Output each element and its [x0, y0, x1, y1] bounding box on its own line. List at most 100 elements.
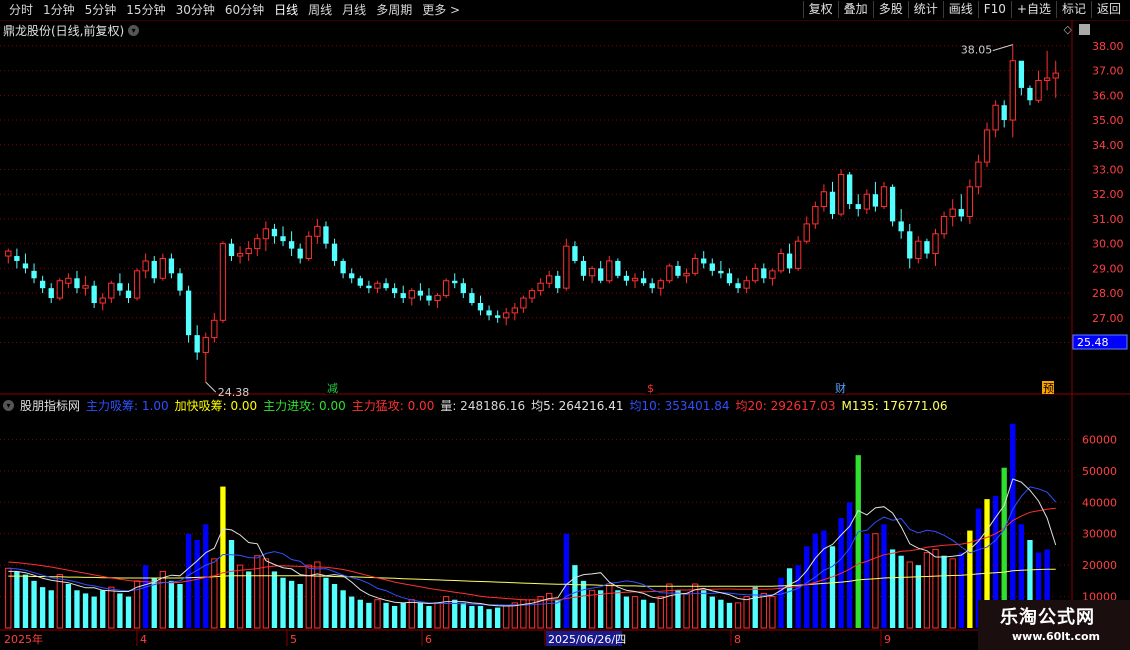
volume-bar — [48, 590, 54, 628]
volume-bar — [271, 571, 278, 628]
candle-body-up — [133, 270, 141, 299]
watermark-title: 乐淘公式网 — [1000, 607, 1095, 628]
candle-body-up — [1043, 77, 1051, 82]
candle-body-down — [31, 270, 37, 279]
candle-body-down — [74, 278, 80, 289]
volume-bar — [889, 549, 896, 628]
candle-body-down — [349, 273, 355, 279]
volume-bar — [254, 555, 261, 629]
candle-body-down — [340, 260, 346, 274]
volume-bar — [804, 546, 810, 628]
candle-body-up — [820, 191, 828, 208]
volume-bar — [177, 584, 183, 628]
candle-body-down — [280, 236, 286, 242]
candle-body-up — [691, 258, 699, 274]
volume-bar — [701, 590, 707, 628]
candle-body-down — [718, 270, 724, 274]
volume-bar — [623, 596, 630, 628]
candle-body-down — [786, 253, 793, 269]
volume-bar — [100, 590, 106, 628]
volume-bar — [117, 593, 123, 628]
candle-body-down — [168, 258, 175, 274]
candle-body-down — [726, 273, 733, 284]
candle-body-down — [1001, 105, 1007, 121]
volume-tick-label: 30000 — [1082, 528, 1117, 541]
candle-body-down — [898, 221, 904, 232]
volume-bar — [958, 552, 964, 628]
candle-body-up — [777, 253, 785, 272]
candle-body-down — [383, 283, 389, 289]
candle-body-down — [701, 258, 707, 264]
volume-bar — [366, 602, 372, 628]
price-tick-label: 29.00 — [1092, 262, 1124, 275]
price-tick-label: 34.00 — [1092, 139, 1124, 152]
volume-bar — [915, 565, 922, 628]
candle-body-up — [442, 280, 450, 297]
volume-bar — [228, 540, 235, 628]
volume-bar — [812, 533, 818, 628]
candle-body-down — [598, 268, 604, 281]
candle-body-up — [940, 215, 948, 235]
high-annotation: 38.05 — [961, 44, 993, 57]
volume-bar — [769, 596, 776, 629]
candle-body-up — [82, 285, 89, 289]
candle-body-down — [486, 310, 492, 316]
candle-body-up — [537, 282, 544, 292]
volume-bar — [469, 606, 475, 628]
volume-bar — [1010, 423, 1016, 628]
date-tick-label: 8 — [734, 633, 741, 646]
candle-body-down — [477, 303, 484, 311]
volume-bar — [941, 555, 947, 628]
candle-body-up — [1035, 80, 1042, 101]
volume-bar — [743, 596, 750, 629]
volume-bar — [598, 590, 604, 628]
volume-bar — [314, 561, 321, 629]
volume-bar — [297, 584, 303, 628]
candle-body-down — [924, 241, 930, 254]
candle-body-up — [752, 267, 759, 282]
high-annotation-line — [992, 44, 1013, 52]
volume-bar — [349, 596, 355, 628]
volume-bar — [211, 558, 218, 629]
candle-body-down — [117, 283, 123, 291]
volume-bar — [391, 606, 398, 628]
volume-bar — [417, 602, 424, 628]
date-tick-label: 2025年 — [4, 632, 43, 646]
volume-bar — [220, 486, 226, 628]
candle-body-down — [761, 268, 767, 279]
candle-body-down — [1027, 87, 1033, 101]
candle-body-down — [872, 194, 879, 207]
indicator-name[interactable]: 股朋指标网 — [20, 397, 80, 414]
volume-bar — [383, 602, 389, 628]
current-price-label: 25.48 — [1077, 336, 1109, 349]
candle-body-up — [966, 186, 974, 217]
candle-body-up — [211, 319, 218, 339]
volume-bar — [760, 592, 767, 629]
volume-bar — [881, 524, 887, 628]
candle-body-down — [735, 283, 741, 289]
volume-bar — [460, 602, 466, 628]
candle-body-down — [1018, 60, 1025, 88]
candle-body-down — [623, 275, 630, 281]
candle-body-up — [202, 337, 209, 353]
volume-bar — [203, 524, 209, 628]
chart-area[interactable]: 38.00 37.00 36.00 35.00 34.00 33.00 32.00 31.00… — [0, 0, 1130, 650]
candle-body-down — [323, 226, 329, 244]
candle-body-down — [228, 243, 235, 257]
volume-bar — [262, 558, 270, 629]
candle-body-up — [880, 186, 888, 208]
volume-bar — [400, 602, 406, 628]
volume-bar — [56, 574, 63, 629]
price-tick-label: 28.00 — [1092, 287, 1124, 300]
candle-body-up — [314, 225, 321, 237]
candle-body-down — [469, 293, 475, 303]
volume-bar — [31, 580, 37, 628]
candle-body-up — [975, 161, 982, 188]
candle-body-down — [426, 295, 432, 301]
date-tick-label: 6 — [425, 633, 432, 646]
volume-bar — [340, 590, 346, 628]
volume-bar — [855, 455, 861, 628]
chevron-down-icon[interactable]: ▾ — [3, 400, 14, 411]
candle-body-down — [460, 283, 466, 294]
candle-body-up — [769, 270, 776, 279]
